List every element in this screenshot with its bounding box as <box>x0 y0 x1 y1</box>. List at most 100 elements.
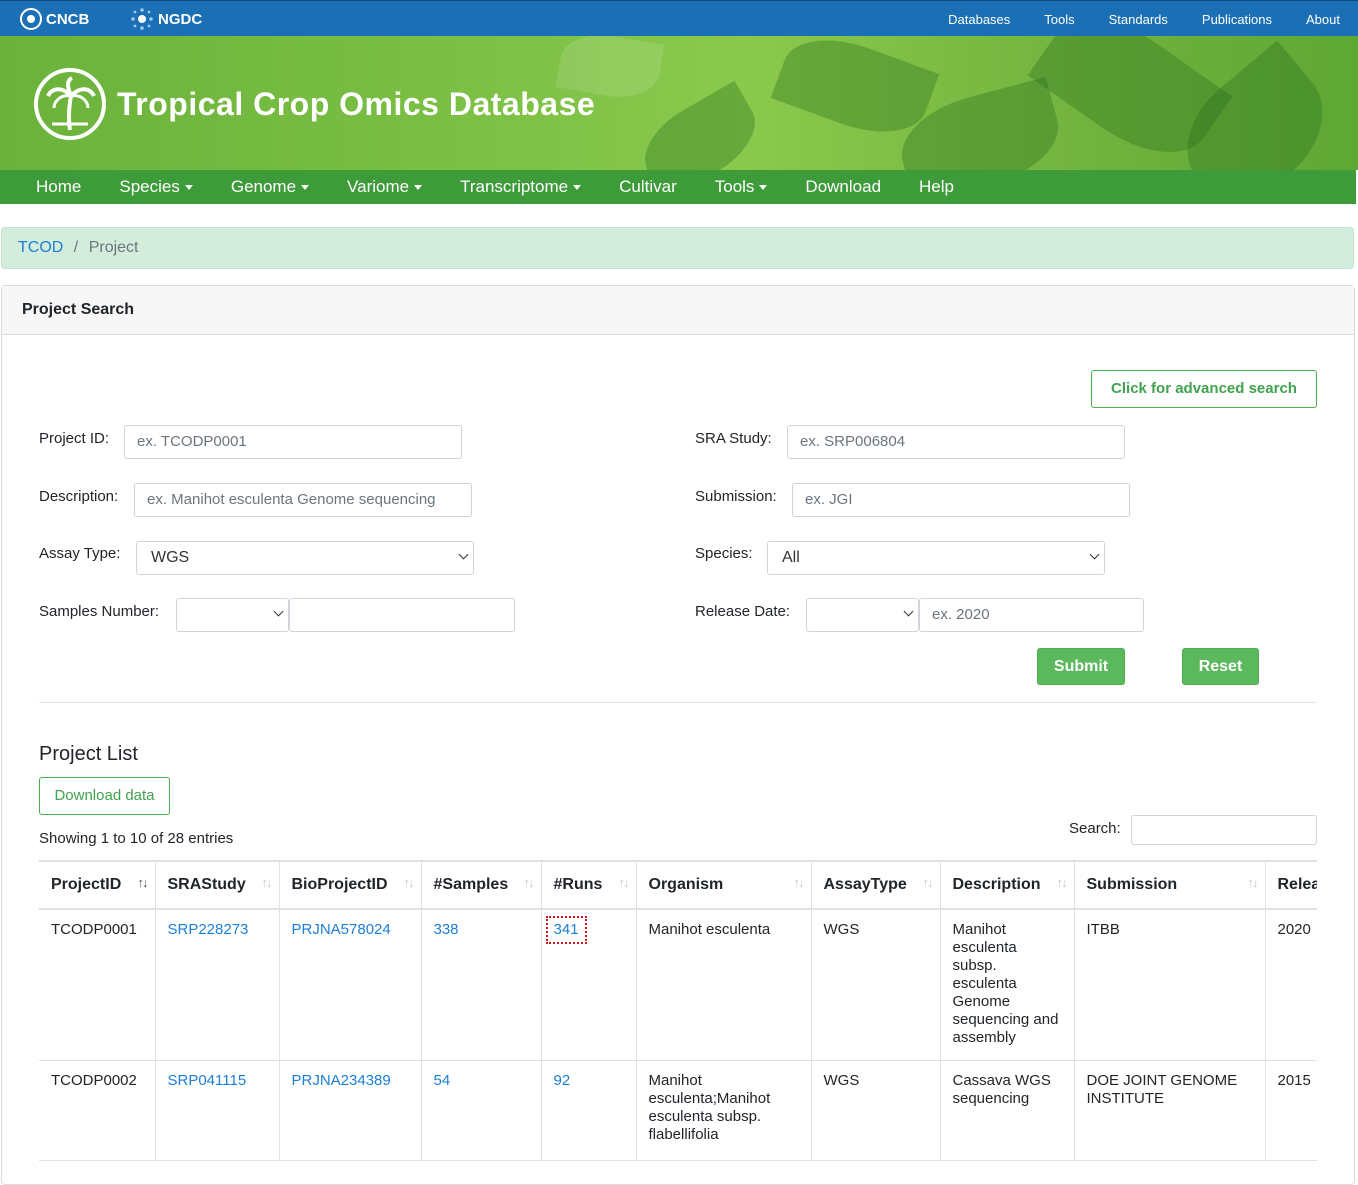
nav-label: Variome <box>347 177 410 196</box>
column-label: SRAStudy <box>167 876 246 893</box>
col-organism[interactable]: Organism ↑↓ <box>636 862 812 910</box>
sort-icon: ↑↓ <box>922 875 934 890</box>
chevron-down-icon <box>903 606 914 617</box>
col-description[interactable]: Description ↑↓ <box>940 862 1075 910</box>
ngdc-logo[interactable]: NGDC <box>130 8 202 30</box>
nav-label: Species <box>119 177 180 196</box>
table-search-label: Search: <box>1069 820 1121 837</box>
col-samples[interactable]: #Samples ↑↓ <box>421 862 542 910</box>
runs-link[interactable]: 92 <box>554 1072 571 1089</box>
col-projectid[interactable]: ProjectID ↑↓ <box>39 862 156 910</box>
breadcrumb: TCOD / Project <box>1 227 1354 269</box>
project-id-label: Project ID: <box>39 430 110 447</box>
cell-assaytype: WGS <box>811 1060 941 1161</box>
topnav-tools[interactable]: Tools <box>1044 12 1074 27</box>
sort-icon: ↑↓ <box>1056 875 1068 890</box>
bioproject-link[interactable]: PRJNA578024 <box>292 921 391 938</box>
column-label: AssayType <box>823 876 907 893</box>
palm-tree-icon <box>46 76 96 131</box>
col-srastudy[interactable]: SRAStudy ↑↓ <box>155 862 280 910</box>
samples-operator-select[interactable] <box>176 598 289 632</box>
nav-cultivar[interactable]: Cultivar <box>619 177 677 197</box>
nav-download[interactable]: Download <box>805 177 881 197</box>
tcod-logo[interactable] <box>34 68 106 140</box>
samples-link[interactable]: 54 <box>434 1072 451 1089</box>
assay-type-label: Assay Type: <box>39 545 121 562</box>
nav-species[interactable]: Species <box>119 177 193 197</box>
nav-genome[interactable]: Genome <box>231 177 310 197</box>
column-label: #Runs <box>553 876 603 893</box>
chevron-down-icon <box>458 549 469 560</box>
sra-study-link[interactable]: SRP041115 <box>168 1072 247 1089</box>
submission-input[interactable]: ex. JGI <box>792 483 1130 517</box>
top-nav: Databases Tools Standards Publications A… <box>948 1 1340 37</box>
sort-icon: ↑↓ <box>523 875 535 890</box>
entries-info: Showing 1 to 10 of 28 entries <box>39 830 234 847</box>
species-label: Species: <box>695 545 753 562</box>
col-runs[interactable]: #Runs ↑↓ <box>541 862 637 910</box>
cncb-logo[interactable]: CNCB <box>20 8 89 30</box>
cncb-icon <box>20 8 42 30</box>
ngdc-label: NGDC <box>158 10 203 28</box>
submit-button[interactable]: Submit <box>1037 648 1125 685</box>
col-assaytype[interactable]: AssayType ↑↓ <box>811 862 941 910</box>
advanced-search-button[interactable]: Click for advanced search <box>1091 370 1317 408</box>
release-operator-select[interactable] <box>806 598 919 632</box>
col-bioprojectid[interactable]: BioProjectID ↑↓ <box>279 862 422 910</box>
topnav-standards[interactable]: Standards <box>1109 12 1168 27</box>
release-date-input[interactable]: ex. 2020 <box>919 598 1144 632</box>
caret-down-icon <box>573 184 582 190</box>
breadcrumb-separator: / <box>73 239 79 256</box>
caret-down-icon <box>184 184 193 190</box>
sort-icon: ↑↓ <box>793 875 805 890</box>
sra-study-input[interactable]: ex. SRP006804 <box>787 425 1125 459</box>
nav-home[interactable]: Home <box>36 177 81 197</box>
submission-label: Submission: <box>695 488 777 505</box>
col-submission[interactable]: Submission ↑↓ <box>1074 862 1266 910</box>
assay-type-select[interactable]: WGS <box>136 541 474 575</box>
cell-projectid: TCODP0001 <box>39 909 156 1061</box>
nav-label: Home <box>36 177 82 196</box>
topnav-databases[interactable]: Databases <box>948 12 1010 27</box>
nav-variome[interactable]: Variome <box>347 177 423 197</box>
cell-submission: DOE JOINT GENOME INSTITUTE <box>1074 1060 1266 1161</box>
download-data-button[interactable]: Download data <box>39 777 170 815</box>
sort-icon: ↑↓ <box>618 875 630 890</box>
nav-label: Help <box>919 177 954 196</box>
project-id-input[interactable]: ex. TCODP0001 <box>124 425 462 459</box>
section-divider <box>39 702 1317 703</box>
samples-link[interactable]: 338 <box>434 921 459 938</box>
bioproject-link[interactable]: PRJNA234389 <box>292 1072 391 1089</box>
card-header: Project Search <box>2 286 1354 335</box>
description-input[interactable]: ex. Manihot esculenta Genome sequencing <box>134 483 472 517</box>
table-search-input[interactable] <box>1131 815 1317 845</box>
table-row: TCODP0002 SRP041115 PRJNA234389 54 92 Ma… <box>39 1060 1317 1161</box>
cell-projectid: TCODP0002 <box>39 1060 156 1161</box>
runs-link[interactable]: 341 <box>545 916 587 944</box>
caret-down-icon <box>759 184 768 190</box>
site-title: Tropical Crop Omics Database <box>117 86 596 122</box>
cell-organism: Manihot esculenta;Manihot esculenta subs… <box>636 1060 812 1161</box>
breadcrumb-root-link[interactable]: TCOD <box>18 239 63 256</box>
sort-icon: ↑↓ <box>261 875 273 890</box>
sra-study-link[interactable]: SRP228273 <box>168 921 249 938</box>
reset-button[interactable]: Reset <box>1182 648 1259 685</box>
nav-transcriptome[interactable]: Transcriptome <box>460 177 582 197</box>
species-select[interactable]: All <box>767 541 1105 575</box>
table-row: TCODP0001 SRP228273 PRJNA578024 338 341 … <box>39 909 1317 1061</box>
leaf-decoration <box>630 80 770 170</box>
banner: Tropical Crop Omics Database <box>0 36 1358 170</box>
column-label: #Samples <box>433 876 509 893</box>
topnav-about[interactable]: About <box>1306 12 1340 27</box>
col-release[interactable]: Relea <box>1265 862 1317 910</box>
column-label: Description <box>952 876 1041 893</box>
cell-description: Manihot esculenta subsp. esculenta Genom… <box>940 909 1075 1061</box>
samples-number-input[interactable] <box>289 598 515 632</box>
release-date-label: Release Date: <box>695 603 791 620</box>
nav-tools[interactable]: Tools <box>715 177 768 197</box>
column-label: Submission <box>1086 876 1178 893</box>
cell-release: 2015 <box>1265 1060 1317 1161</box>
topnav-publications[interactable]: Publications <box>1202 12 1272 27</box>
cell-release: 2020 <box>1265 909 1317 1061</box>
nav-help[interactable]: Help <box>919 177 954 197</box>
